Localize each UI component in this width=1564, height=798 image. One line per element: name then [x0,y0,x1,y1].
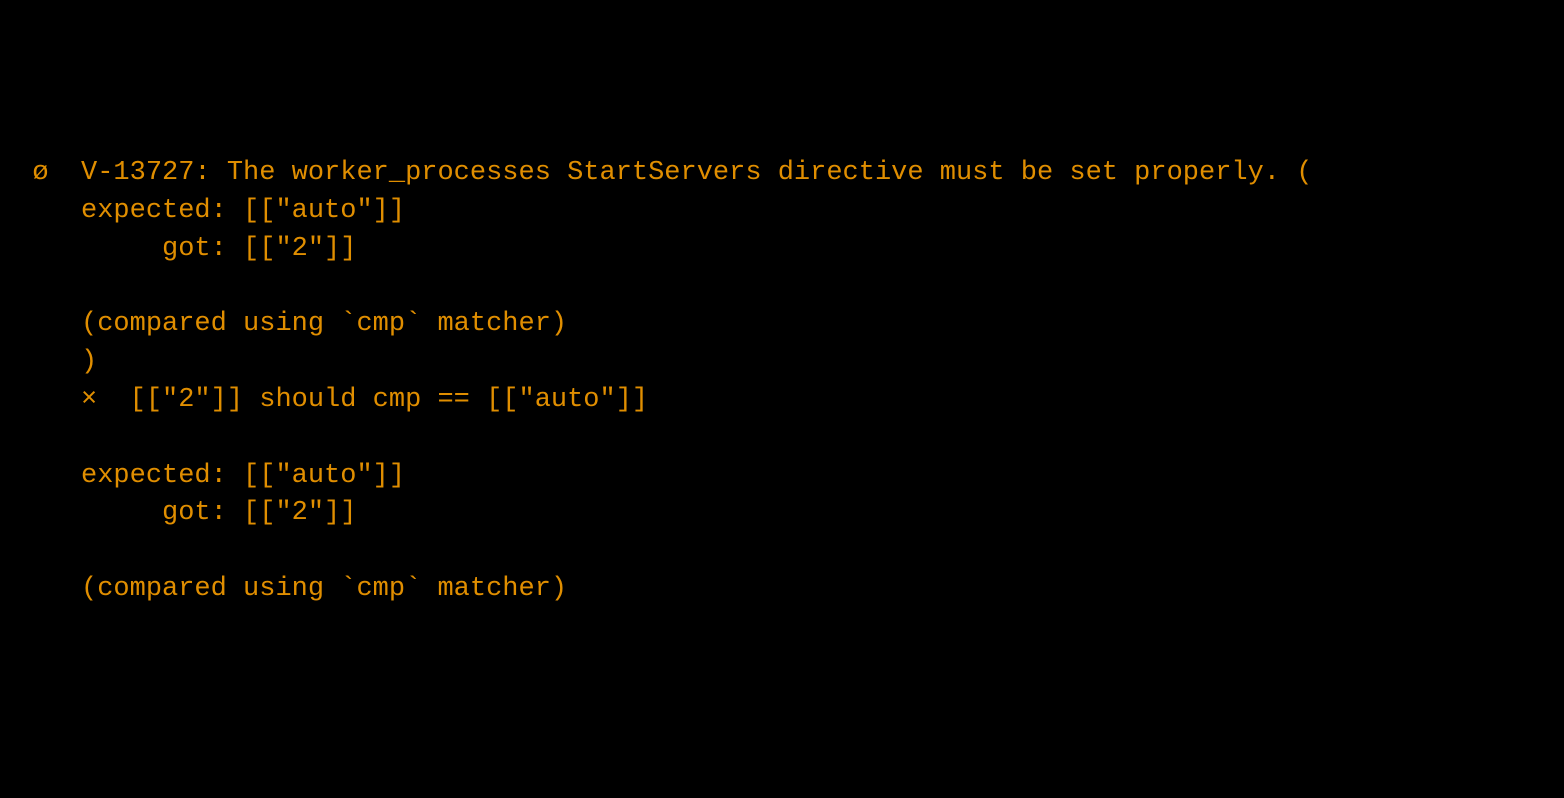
terminal-line: expected: [["auto"]] [0,193,1564,231]
terminal-line: got: [["2"]] [0,495,1564,533]
terminal-line: (compared using `cmp` matcher) [0,306,1564,344]
line-marker [0,574,49,604]
line-text: V-13727: The worker_processes StartServe… [49,158,1313,188]
line-marker [0,385,49,415]
line-marker [0,347,49,377]
terminal-line: expected: [["auto"]] [0,458,1564,496]
line-marker [0,423,49,453]
terminal-line: ) [0,344,1564,382]
line-text: (compared using `cmp` matcher) [49,574,567,604]
terminal-line [0,269,1564,307]
line-text: got: [["2"]] [49,234,357,264]
line-text: got: [["2"]] [49,498,357,528]
line-marker [0,196,49,226]
line-text: (compared using `cmp` matcher) [49,309,567,339]
terminal-line: (compared using `cmp` matcher) [0,571,1564,609]
terminal-line: got: [["2"]] [0,231,1564,269]
terminal-line [0,533,1564,571]
line-marker: ø [0,158,49,188]
line-marker [0,461,49,491]
line-marker [0,234,49,264]
terminal-line [0,420,1564,458]
line-text: × [["2"]] should cmp == [["auto"]] [49,385,649,415]
terminal-line: × [["2"]] should cmp == [["auto"]] [0,382,1564,420]
line-marker [0,536,49,566]
line-marker [0,309,49,339]
terminal-line: ø V-13727: The worker_processes StartSer… [0,155,1564,193]
line-text: expected: [["auto"]] [49,461,405,491]
line-marker [0,498,49,528]
line-text: ) [49,347,98,377]
terminal-output: ø V-13727: The worker_processes StartSer… [0,155,1564,609]
line-marker [0,272,49,302]
line-text: expected: [["auto"]] [49,196,405,226]
